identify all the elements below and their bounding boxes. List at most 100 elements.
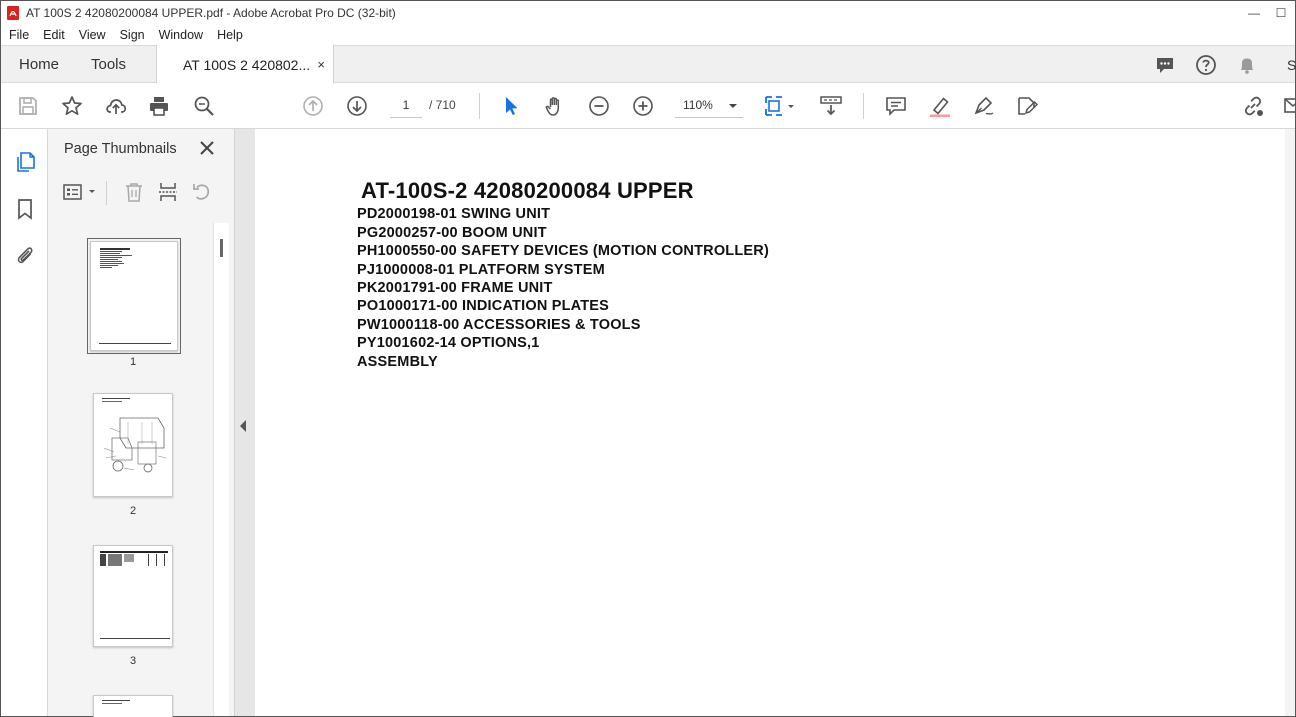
toolbar-divider (479, 93, 480, 119)
thumbnail-text-line (102, 398, 130, 400)
thumbnail-page-number: 3 (129, 655, 137, 667)
thumbnail-text-line (100, 265, 118, 266)
document-line: PW1000118-00 ACCESSORIES & TOOLS (357, 317, 641, 333)
page-thumbnail-4[interactable] (93, 695, 173, 717)
bookmark-star-icon[interactable] (60, 94, 84, 118)
maximize-icon: ☐ (1275, 6, 1287, 20)
thumbnail-table-header (100, 551, 168, 553)
page-thumbnails-panel: Page Thumbnails 1 2 3 (48, 129, 235, 717)
thumbnail-text-line (102, 401, 122, 402)
acrobat-app-icon (7, 6, 19, 20)
page-thumbnail-2[interactable] (93, 393, 173, 497)
minimize-icon: — (1248, 6, 1260, 20)
menu-file[interactable]: File (9, 28, 29, 42)
tab-home[interactable]: Home (19, 46, 59, 83)
document-line: PY1001602-14 OPTIONS,1 (357, 335, 540, 351)
menu-bar: File Edit View Sign Window Help (1, 25, 1295, 45)
zoom-level-value: 110% (683, 98, 713, 112)
tab-document[interactable]: AT 100S 2 420802... × (156, 45, 334, 84)
thumbnail-page-number: 2 (129, 505, 137, 517)
page-total-label: / 710 (429, 98, 456, 112)
email-icon[interactable] (1284, 94, 1296, 118)
thumbnail-text-line (100, 253, 120, 254)
thumbnail-text-line (100, 263, 124, 264)
comment-bubble-icon[interactable] (1154, 54, 1176, 76)
attachments-paperclip-icon[interactable] (14, 244, 36, 266)
thumbnail-table-column (100, 554, 106, 566)
next-page-icon[interactable] (345, 94, 369, 118)
close-icon[interactable] (198, 139, 216, 157)
zoom-level-dropdown[interactable]: 110% (675, 93, 743, 118)
page-thumbnail-1[interactable] (87, 238, 181, 354)
thumbnail-scrollbar[interactable] (213, 223, 229, 716)
fill-sign-icon[interactable] (1015, 94, 1039, 118)
document-line: PH1000550-00 SAFETY DEVICES (MOTION CONT… (357, 243, 769, 259)
collapse-panel-arrow-icon[interactable] (240, 420, 246, 432)
zoom-out-icon[interactable] (587, 94, 611, 118)
tab-bar: Home Tools AT 100S 2 420802... × S (1, 45, 1296, 84)
page-number-input[interactable]: 1 (390, 93, 422, 118)
document-line: ASSEMBLY (357, 354, 438, 370)
toolbar-divider (863, 93, 864, 119)
print-icon[interactable] (147, 94, 171, 118)
panel-toolbar (48, 173, 235, 211)
help-icon[interactable] (1195, 54, 1217, 76)
thumbnail-text-line (100, 259, 118, 260)
save-icon[interactable] (16, 94, 40, 118)
account-overflow-label[interactable]: S (1287, 46, 1296, 83)
window-title: AT 100S 2 42080200084 UPPER.pdf - Adobe … (26, 6, 396, 20)
thumbnail-page-number: 1 (129, 356, 137, 368)
share-link-icon[interactable] (1241, 94, 1265, 118)
thumbnail-footer-line (100, 638, 170, 639)
left-navigation-rail (1, 129, 48, 716)
upload-cloud-icon[interactable] (104, 94, 128, 118)
tab-close-icon[interactable]: × (317, 57, 325, 72)
document-scrollbar[interactable] (1285, 129, 1295, 716)
menu-view[interactable]: View (79, 28, 106, 42)
draw-freeform-icon[interactable] (971, 94, 995, 118)
main-toolbar: 1 / 710 110% (1, 83, 1296, 129)
zoom-in-icon[interactable] (631, 94, 655, 118)
previous-page-icon[interactable] (301, 94, 325, 118)
zoom-search-icon[interactable] (192, 94, 216, 118)
highlight-pen-icon[interactable] (928, 94, 952, 118)
insert-page-icon[interactable] (157, 181, 179, 203)
select-cursor-icon[interactable] (499, 94, 523, 118)
thumbnail-table-column (164, 554, 165, 566)
page-fit-icon[interactable] (763, 94, 797, 118)
thumbnail-text-line (100, 251, 122, 252)
hand-tool-icon[interactable] (543, 94, 567, 118)
thumbnail-text-line (100, 248, 130, 250)
thumbnail-options-menu-icon[interactable] (62, 181, 98, 203)
notification-bell-icon[interactable] (1236, 54, 1258, 76)
tab-tools[interactable]: Tools (91, 46, 126, 83)
maximize-button[interactable]: ☐ (1261, 1, 1296, 25)
thumbnail-text-line (102, 703, 122, 704)
menu-help[interactable]: Help (217, 28, 243, 42)
page-thumbnail-3[interactable] (93, 545, 173, 647)
tab-document-label: AT 100S 2 420802... (183, 56, 311, 73)
thumbnail-text-line (100, 267, 112, 268)
thumbnail-table-column (124, 554, 134, 562)
page-thumbnails-icon[interactable] (14, 151, 36, 173)
thumbnail-table-column (108, 554, 122, 566)
menu-edit[interactable]: Edit (43, 28, 65, 42)
delete-pages-icon[interactable] (123, 181, 145, 203)
menu-sign[interactable]: Sign (120, 28, 145, 42)
document-line: PG2000257-00 BOOM UNIT (357, 225, 547, 241)
rotate-page-icon[interactable] (191, 181, 213, 203)
panel-divider (106, 181, 107, 205)
thumbnail-table-column (148, 554, 149, 566)
bookmarks-icon[interactable] (14, 198, 36, 220)
document-line: PO1000171-00 INDICATION PLATES (357, 298, 610, 314)
menu-window[interactable]: Window (159, 28, 203, 42)
scrollbar-thumb[interactable] (220, 239, 223, 257)
thumbnail-text-line (100, 255, 132, 256)
thumbnail-text-line (100, 257, 122, 258)
panel-title: Page Thumbnails (64, 141, 177, 157)
thumbnail-text-line (100, 261, 122, 262)
title-bar: AT 100S 2 42080200084 UPPER.pdf - Adobe … (1, 1, 1295, 25)
thumbnail-footer-line (99, 343, 171, 344)
add-comment-icon[interactable] (884, 94, 908, 118)
scrolling-mode-icon[interactable] (819, 94, 843, 118)
